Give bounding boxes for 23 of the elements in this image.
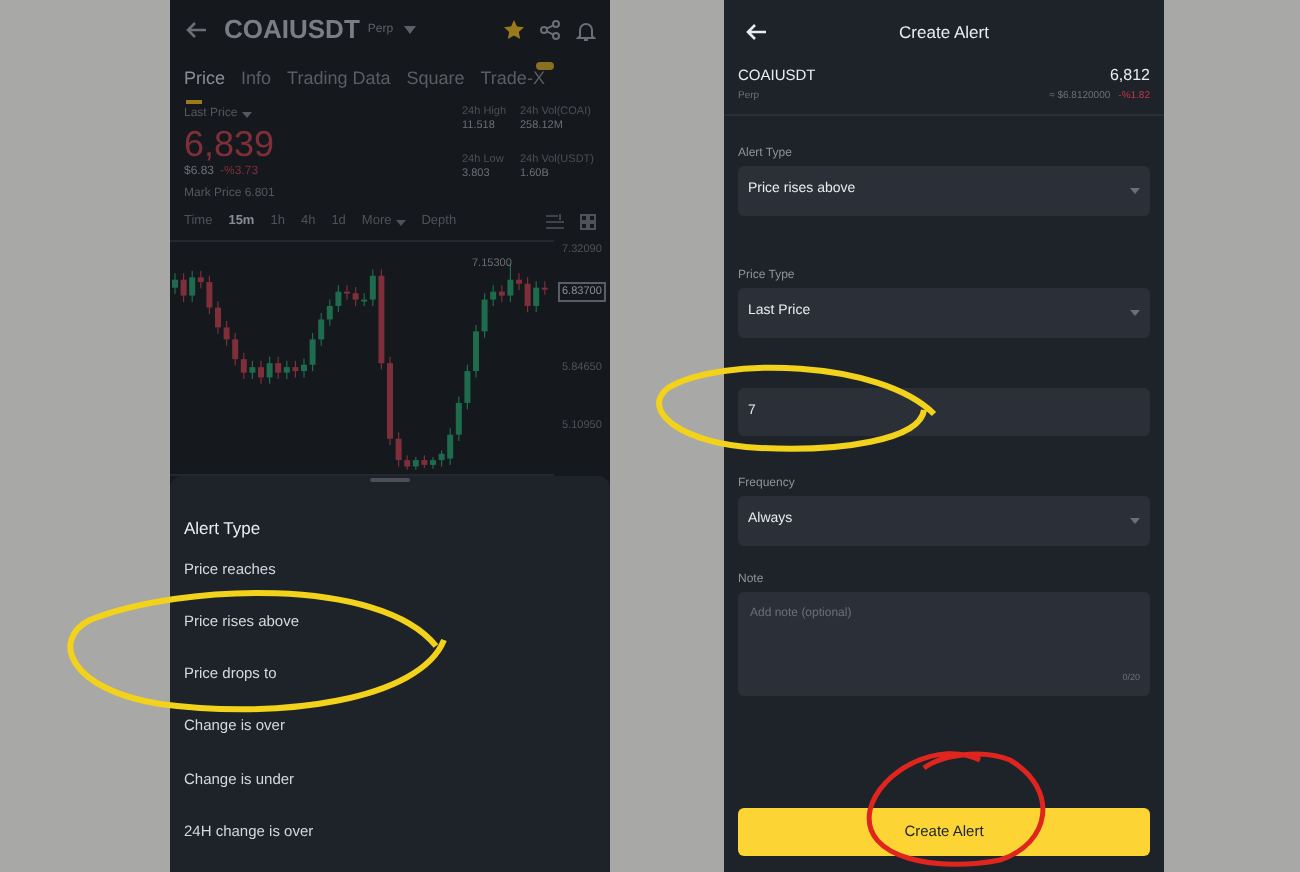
indicator-icon[interactable] <box>546 214 564 230</box>
caret-icon <box>1130 518 1140 524</box>
caret-icon <box>1130 188 1140 194</box>
new-badge-icon <box>536 62 555 70</box>
screen-title: Create Alert <box>899 19 989 45</box>
caret-icon <box>1130 310 1140 316</box>
current-price: 6,812 <box>1109 64 1150 88</box>
tab[interactable]: Trade-X <box>480 66 545 103</box>
bell-icon[interactable] <box>576 19 596 41</box>
tab[interactable]: Trading Data <box>287 66 391 103</box>
tab[interactable]: Price <box>184 66 226 103</box>
drag-handle[interactable] <box>370 478 410 482</box>
sheet-title: Alert Type <box>184 515 263 542</box>
star-icon[interactable] <box>504 20 524 40</box>
caret-icon <box>395 219 406 225</box>
tab[interactable]: Square <box>406 66 465 103</box>
tab[interactable]: Info <box>241 66 272 103</box>
share-icon[interactable] <box>540 20 560 40</box>
caret-icon <box>241 112 252 118</box>
last-price: 6,839 <box>184 124 275 164</box>
symbol-title: COAIUSDT <box>224 12 360 49</box>
grid-icon[interactable] <box>580 214 596 230</box>
caret-icon <box>403 26 416 34</box>
